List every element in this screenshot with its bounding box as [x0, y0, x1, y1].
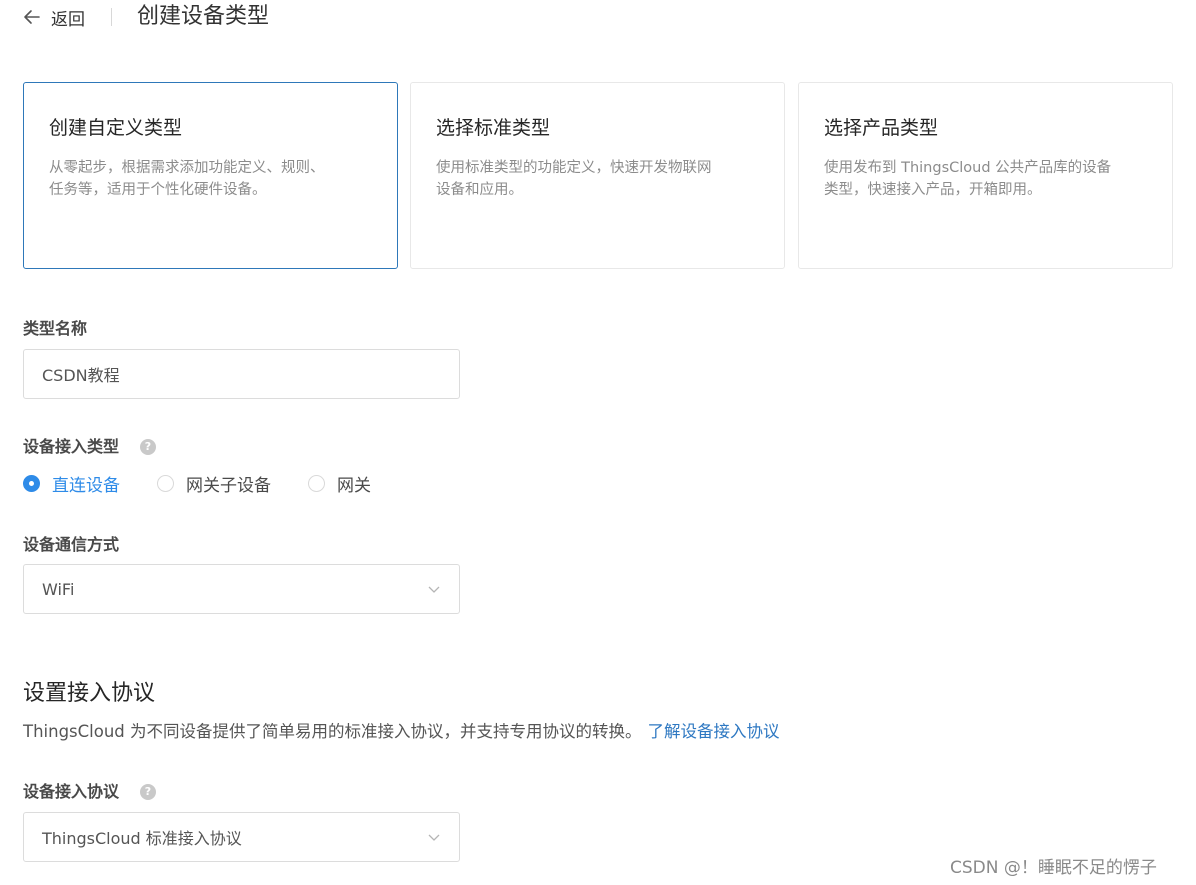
card-desc-line: 使用标准类型的功能定义，快速开发物联网 [436, 160, 712, 176]
protocol-help-link[interactable]: 了解设备接入协议 [648, 722, 780, 741]
select-value: ThingsCloud 标准接入协议 [42, 829, 242, 848]
radio-gateway-subdevice[interactable]: 网关子设备 [157, 471, 271, 496]
radio-label: 直连设备 [52, 475, 120, 496]
select-value: WiFi [42, 579, 75, 599]
radio-label: 网关子设备 [186, 475, 271, 496]
help-icon[interactable]: ? [140, 784, 156, 800]
radio-label: 网关 [337, 475, 371, 496]
radio-direct-device[interactable]: 直连设备 [23, 471, 120, 496]
comm-method-label: 设备通信方式 [23, 535, 120, 554]
header-divider [111, 8, 112, 26]
chevron-down-icon [428, 834, 440, 841]
back-label: 返回 [51, 9, 85, 30]
card-description: 从零起步，根据需求添加功能定义、规则、 任务等，适用于个性化硬件设备。 [49, 157, 372, 201]
section-desc-text: ThingsCloud 为不同设备提供了简单易用的标准接入协议，并支持专用协议的… [23, 722, 642, 741]
comm-method-select[interactable]: WiFi [23, 564, 460, 614]
card-desc-line: 设备和应用。 [436, 182, 523, 198]
card-description: 使用标准类型的功能定义，快速开发物联网 设备和应用。 [436, 157, 759, 201]
page-header: 返回 创建设备类型 [0, 0, 1196, 36]
card-description: 使用发布到 ThingsCloud 公共产品库的设备 类型，快速接入产品，开箱即… [824, 157, 1147, 201]
access-type-label: 设备接入类型 [23, 437, 120, 456]
back-button[interactable]: 返回 [22, 4, 85, 30]
card-title: 选择产品类型 [824, 117, 939, 139]
card-custom-type[interactable]: 创建自定义类型 从零起步，根据需求添加功能定义、规则、 任务等，适用于个性化硬件… [23, 82, 398, 269]
create-device-type-page: 返回 创建设备类型 创建自定义类型 从零起步，根据需求添加功能定义、规则、 任务… [0, 0, 1196, 885]
card-desc-line: 使用发布到 ThingsCloud 公共产品库的设备 [824, 160, 1112, 176]
page-title: 创建设备类型 [137, 4, 270, 29]
protocol-select[interactable]: ThingsCloud 标准接入协议 [23, 812, 460, 862]
watermark: CSDN @！睡眠不足的愣子 [950, 858, 1157, 878]
section-title: 设置接入协议 [23, 681, 156, 706]
card-standard-type[interactable]: 选择标准类型 使用标准类型的功能定义，快速开发物联网 设备和应用。 [410, 82, 785, 269]
access-type-radio-group: 直连设备 网关子设备 网关 [23, 471, 408, 496]
protocol-label: 设备接入协议 [23, 782, 120, 801]
radio-circle [157, 474, 174, 492]
arrow-left-icon [24, 10, 40, 24]
section-description: ThingsCloud 为不同设备提供了简单易用的标准接入协议，并支持专用协议的… [23, 720, 780, 744]
card-title: 创建自定义类型 [49, 117, 183, 139]
card-desc-line: 类型，快速接入产品，开箱即用。 [824, 182, 1042, 198]
card-desc-line: 从零起步，根据需求添加功能定义、规则、 [49, 160, 325, 176]
radio-circle [308, 474, 325, 492]
type-name-label: 类型名称 [23, 319, 88, 338]
help-icon[interactable]: ? [140, 439, 156, 455]
type-name-input[interactable] [23, 349, 460, 399]
card-desc-line: 任务等，适用于个性化硬件设备。 [49, 182, 267, 198]
card-title: 选择标准类型 [436, 117, 551, 139]
radio-circle [23, 474, 40, 492]
radio-gateway[interactable]: 网关 [308, 471, 371, 496]
card-product-type[interactable]: 选择产品类型 使用发布到 ThingsCloud 公共产品库的设备 类型，快速接… [798, 82, 1173, 269]
chevron-down-icon [428, 586, 440, 593]
